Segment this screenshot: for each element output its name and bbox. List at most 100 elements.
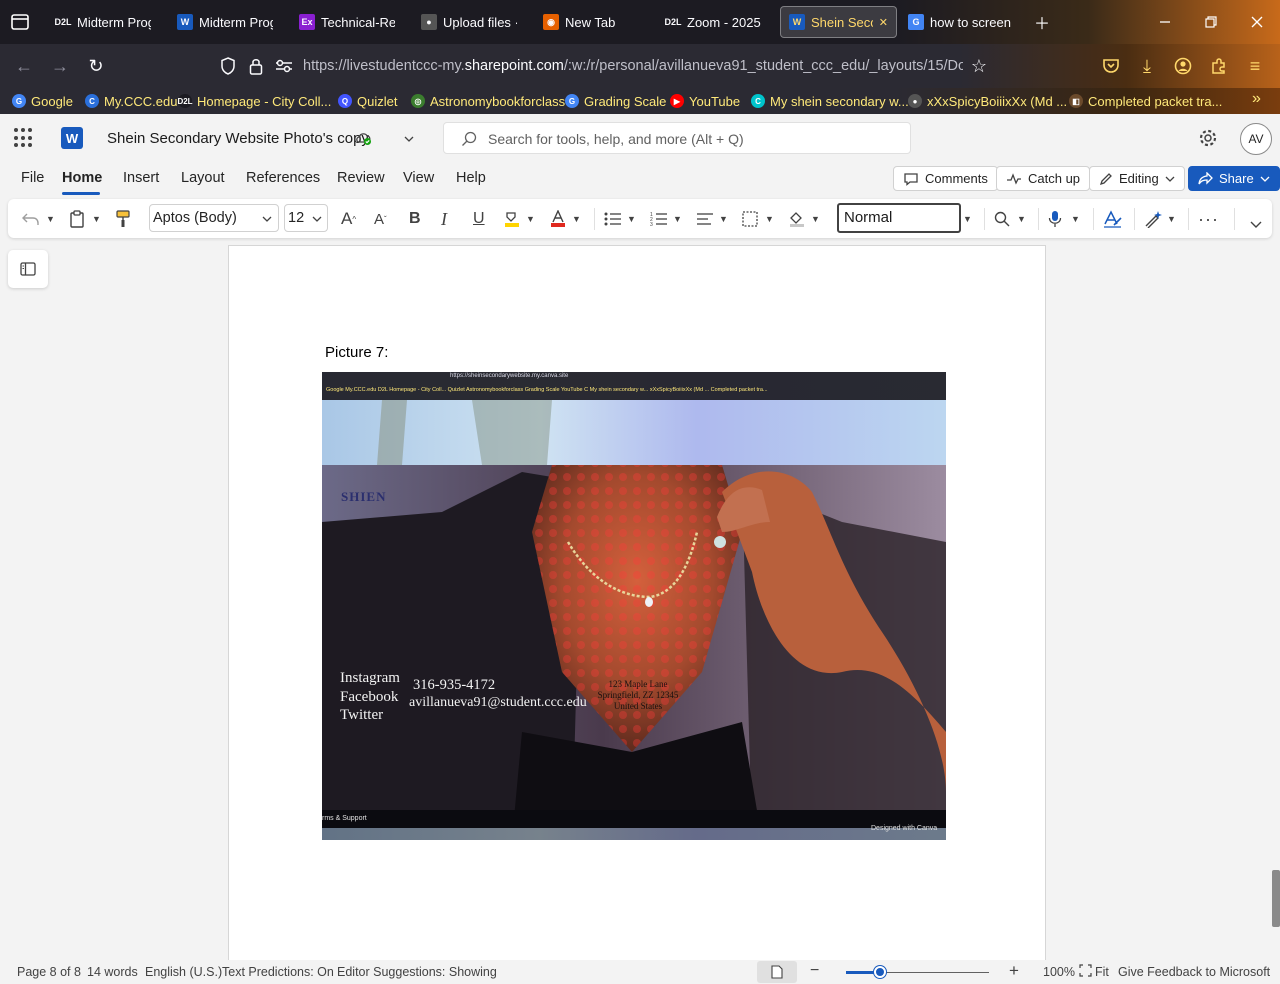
word-logo-icon[interactable]: W bbox=[61, 127, 83, 149]
permissions-icon[interactable] bbox=[275, 58, 293, 77]
browser-tab[interactable]: W Midterm Progr bbox=[169, 6, 281, 38]
text-predictions-status[interactable]: Text Predictions: On bbox=[222, 965, 334, 979]
numbering-icon[interactable]: 123 bbox=[650, 207, 668, 231]
account-icon[interactable] bbox=[1171, 54, 1195, 78]
fit-button[interactable]: Fit bbox=[1095, 965, 1109, 979]
back-icon[interactable]: ← bbox=[12, 54, 36, 78]
tab-home[interactable]: Home bbox=[62, 170, 102, 186]
zoom-in-icon[interactable]: + bbox=[1009, 961, 1019, 981]
browser-tab[interactable]: D2L Midterm Progr bbox=[47, 6, 159, 38]
format-painter-icon[interactable] bbox=[116, 207, 130, 231]
feedback-link[interactable]: Give Feedback to Microsoft bbox=[1118, 965, 1270, 979]
fit-icon[interactable] bbox=[1079, 964, 1092, 980]
editor-icon[interactable] bbox=[1103, 207, 1123, 231]
zoom-out-icon[interactable]: − bbox=[810, 962, 819, 980]
tab-references[interactable]: References bbox=[246, 170, 320, 186]
italic-icon[interactable]: I bbox=[441, 207, 447, 231]
browser-tab[interactable]: Ex Technical-Repo bbox=[291, 6, 403, 38]
pocket-icon[interactable] bbox=[1099, 54, 1123, 78]
title-chevron-down-icon[interactable] bbox=[404, 131, 414, 146]
forward-icon[interactable]: → bbox=[48, 54, 72, 78]
language-status[interactable]: English (U.S.) bbox=[145, 965, 222, 979]
browser-tab[interactable]: ● Upload files · A bbox=[413, 6, 525, 38]
user-avatar[interactable]: AV bbox=[1240, 123, 1272, 155]
document-title[interactable]: Shein Secondary Website Photo's copy bbox=[107, 130, 369, 147]
align-chevron-icon[interactable]: ▼ bbox=[719, 207, 728, 231]
bookmark-item[interactable]: ◎ Astronomybookforclass bbox=[411, 91, 565, 111]
bold-icon[interactable]: B bbox=[409, 207, 421, 231]
tab-insert[interactable]: Insert bbox=[123, 170, 159, 186]
vertical-scrollbar-thumb[interactable] bbox=[1272, 870, 1280, 927]
browser-tab[interactable]: D2L Zoom - 2025 S bbox=[657, 6, 769, 38]
style-chevron-icon[interactable]: ▼ bbox=[963, 207, 972, 231]
extensions-icon[interactable] bbox=[1207, 54, 1231, 78]
font-color-chevron-icon[interactable]: ▼ bbox=[572, 207, 581, 231]
tab-file[interactable]: File bbox=[21, 170, 44, 186]
url-text[interactable]: https://livestudentccc-my.sharepoint.com… bbox=[303, 58, 963, 74]
numbering-chevron-icon[interactable]: ▼ bbox=[673, 207, 682, 231]
editing-mode-button[interactable]: Editing bbox=[1089, 166, 1185, 191]
navigation-pane-icon[interactable] bbox=[8, 250, 48, 288]
editor-suggestions-status[interactable]: Editor Suggestions: Showing bbox=[337, 965, 497, 979]
word-count[interactable]: 14 words bbox=[87, 965, 138, 979]
browser-tab[interactable]: ◉ New Tab bbox=[535, 6, 647, 38]
tab-help[interactable]: Help bbox=[456, 170, 486, 186]
zoom-slider-thumb[interactable] bbox=[874, 966, 886, 978]
lock-icon[interactable] bbox=[249, 57, 263, 78]
close-window-icon[interactable] bbox=[1245, 10, 1269, 34]
designer-chevron-icon[interactable]: ▼ bbox=[1167, 207, 1176, 231]
bookmark-item[interactable]: ▶ YouTube bbox=[670, 91, 740, 111]
borders-chevron-icon[interactable]: ▼ bbox=[765, 207, 774, 231]
bookmark-item[interactable]: C My.CCC.edu bbox=[85, 91, 177, 111]
inserted-photo[interactable]: https://sheinsecondarywebsite.my.canva.s… bbox=[322, 372, 946, 840]
style-select[interactable]: Normal bbox=[837, 203, 961, 233]
settings-gear-icon[interactable] bbox=[1198, 128, 1218, 151]
document-page[interactable]: Picture 7: https://sheinsecondarywebsite… bbox=[228, 245, 1046, 960]
bookmarks-overflow-icon[interactable]: » bbox=[1252, 90, 1261, 108]
find-chevron-icon[interactable]: ▼ bbox=[1017, 207, 1026, 231]
undo-chevron-icon[interactable]: ▼ bbox=[46, 207, 55, 231]
close-tab-icon[interactable]: ✕ bbox=[879, 16, 888, 29]
document-canvas[interactable]: Picture 7: https://sheinsecondarywebsite… bbox=[0, 244, 1280, 960]
app-launcher-icon[interactable] bbox=[14, 128, 34, 148]
bookmark-item[interactable]: ● xXxSpicyBoiiixXx (Md ... bbox=[908, 91, 1067, 111]
shading-icon[interactable] bbox=[788, 207, 806, 231]
bookmark-star-icon[interactable]: ☆ bbox=[967, 54, 991, 78]
paste-chevron-icon[interactable]: ▼ bbox=[92, 207, 101, 231]
minimize-icon[interactable] bbox=[1153, 10, 1177, 34]
zoom-level[interactable]: 100% bbox=[1043, 965, 1075, 979]
url-bar[interactable]: https://livestudentccc-my.sharepoint.com… bbox=[212, 50, 1002, 82]
designer-icon[interactable] bbox=[1144, 207, 1164, 231]
increase-font-size-icon[interactable]: A ^ bbox=[341, 207, 356, 231]
underline-icon[interactable]: U bbox=[473, 207, 485, 231]
paste-clipboard-icon[interactable] bbox=[69, 207, 85, 231]
undo-icon[interactable] bbox=[22, 207, 40, 231]
find-icon[interactable] bbox=[994, 207, 1010, 231]
highlight-chevron-icon[interactable]: ▼ bbox=[526, 207, 535, 231]
bookmark-item[interactable]: Q Quizlet bbox=[338, 91, 397, 111]
restore-icon[interactable] bbox=[1199, 10, 1223, 34]
search-box[interactable]: Search for tools, help, and more (Alt + … bbox=[443, 122, 911, 154]
decrease-font-size-icon[interactable]: Aˇ bbox=[374, 207, 387, 231]
bookmark-item[interactable]: ◧ Completed packet tra... bbox=[1069, 91, 1222, 111]
bookmark-item[interactable]: G Google bbox=[12, 91, 73, 111]
catch-up-button[interactable]: Catch up bbox=[996, 166, 1091, 191]
tab-view[interactable]: View bbox=[403, 170, 434, 186]
tab-list-icon[interactable] bbox=[8, 11, 32, 33]
ribbon-collapse-icon[interactable] bbox=[1250, 213, 1262, 237]
align-icon[interactable] bbox=[696, 207, 714, 231]
tab-layout[interactable]: Layout bbox=[181, 170, 225, 186]
tab-review[interactable]: Review bbox=[337, 170, 385, 186]
share-button[interactable]: Share bbox=[1188, 166, 1280, 191]
bookmark-item[interactable]: D2L Homepage - City Coll... bbox=[177, 91, 331, 111]
cloud-saved-icon[interactable] bbox=[355, 130, 373, 149]
font-color-icon[interactable] bbox=[549, 207, 567, 231]
comments-button[interactable]: Comments bbox=[893, 166, 998, 191]
dictate-microphone-icon[interactable] bbox=[1048, 207, 1062, 231]
print-layout-view-icon[interactable] bbox=[757, 961, 797, 983]
bullets-chevron-icon[interactable]: ▼ bbox=[627, 207, 636, 231]
shield-icon[interactable] bbox=[220, 57, 236, 78]
shading-chevron-icon[interactable]: ▼ bbox=[811, 207, 820, 231]
highlight-color-icon[interactable] bbox=[503, 207, 521, 231]
menu-hamburger-icon[interactable]: ≡ bbox=[1243, 54, 1267, 78]
